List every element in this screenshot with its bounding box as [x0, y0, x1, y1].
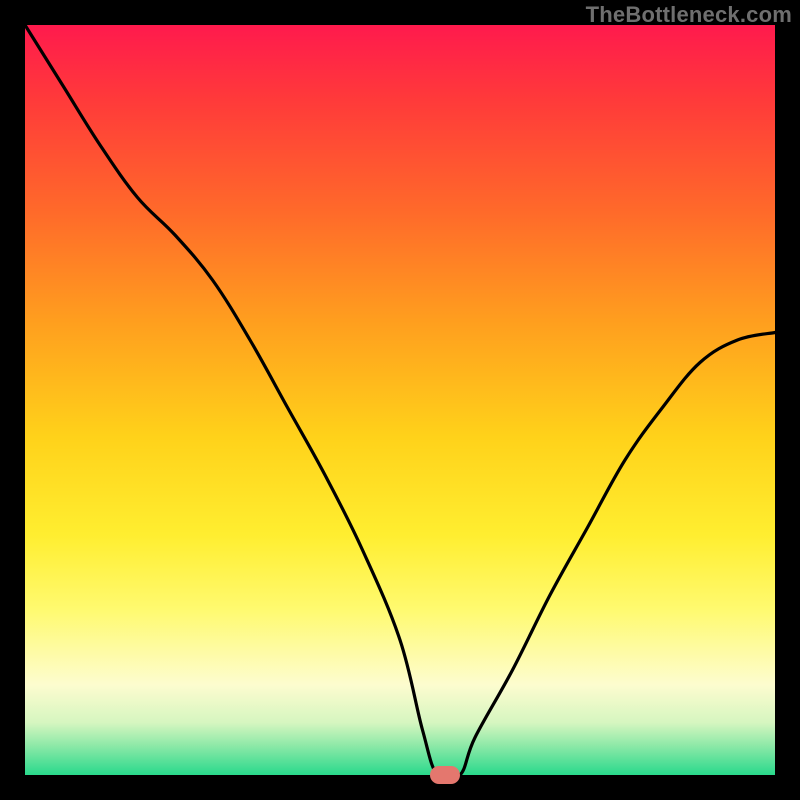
- chart-plot-area: [25, 25, 775, 775]
- minimum-marker: [430, 766, 460, 784]
- chart-stage: TheBottleneck.com: [0, 0, 800, 800]
- bottleneck-curve: [25, 25, 775, 775]
